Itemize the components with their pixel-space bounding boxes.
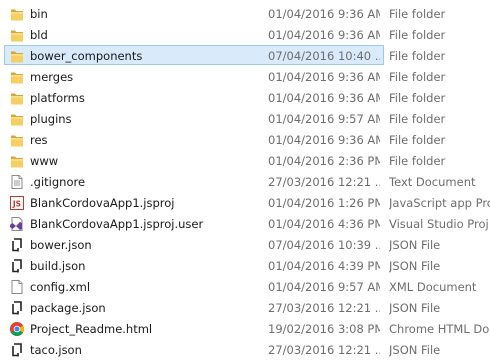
file-type: XML Document <box>389 280 477 294</box>
file-type: File folder <box>389 112 446 126</box>
file-date-modified: 01/04/2016 9:36 AM <box>268 91 380 105</box>
file-type: Visual Studio Proj... <box>389 217 490 231</box>
file-row[interactable]: bower.json 07/04/2016 10:39 ... JSON File <box>0 234 490 255</box>
file-type: JavaScript app Pro... <box>389 196 490 210</box>
file-name: res <box>30 133 48 147</box>
file-name: bower.json <box>30 238 92 252</box>
file-row[interactable]: BlankCordovaApp1.jsproj.user 01/04/2016 4… <box>0 213 490 234</box>
file-date-modified: 01/04/2016 9:36 AM <box>268 133 380 147</box>
file-row[interactable]: plugins 01/04/2016 9:57 AM File folder <box>0 108 490 129</box>
file-type: File folder <box>389 154 446 168</box>
folder-icon <box>9 48 25 64</box>
file-type: JSON File <box>389 343 441 357</box>
file-row[interactable]: .gitignore 27/03/2016 12:21 ... Text Docum… <box>0 171 490 192</box>
chrome-icon <box>9 321 25 337</box>
javascript-project-icon: JS <box>9 195 25 211</box>
file-row[interactable]: www 01/04/2016 2:36 PM File folder <box>0 150 490 171</box>
file-row[interactable]: bower_components 07/04/2016 10:40 ... File… <box>0 45 490 66</box>
file-date-modified: 07/04/2016 10:40 ... <box>268 49 380 63</box>
file-type: File folder <box>389 91 446 105</box>
folder-icon <box>9 90 25 106</box>
file-name: .gitignore <box>30 175 86 189</box>
file-date-modified: 01/04/2016 9:36 AM <box>268 70 380 84</box>
json-file-icon <box>9 342 25 358</box>
json-file-icon <box>9 237 25 253</box>
svg-text:JS: JS <box>12 200 21 209</box>
folder-icon <box>9 132 25 148</box>
file-type: JSON File <box>389 238 441 252</box>
file-date-modified: 01/04/2016 1:26 PM <box>268 196 380 210</box>
file-name: merges <box>30 70 74 84</box>
file-date-modified: 01/04/2016 9:57 AM <box>268 280 380 294</box>
file-name: Project_Readme.html <box>30 322 153 336</box>
json-file-icon <box>9 258 25 274</box>
folder-icon <box>9 69 25 85</box>
file-type: Text Document <box>389 175 476 189</box>
folder-icon <box>9 6 25 22</box>
file-type: JSON File <box>389 259 441 273</box>
file-date-modified: 27/03/2016 12:21 ... <box>268 301 380 315</box>
file-date-modified: 01/04/2016 9:36 AM <box>268 28 380 42</box>
file-type: File folder <box>389 7 446 21</box>
file-type: JSON File <box>389 301 441 315</box>
json-file-icon <box>9 300 25 316</box>
file-name: taco.json <box>30 343 82 357</box>
file-row[interactable]: merges 01/04/2016 9:36 AM File folder <box>0 66 490 87</box>
file-row[interactable]: bin 01/04/2016 9:36 AM File folder <box>0 3 490 24</box>
file-date-modified: 07/04/2016 10:39 ... <box>268 238 380 252</box>
xml-file-icon <box>9 279 25 295</box>
file-row[interactable]: bld 01/04/2016 9:36 AM File folder <box>0 24 490 45</box>
file-name: config.xml <box>30 280 91 294</box>
folder-icon <box>9 111 25 127</box>
file-date-modified: 27/03/2016 12:21 ... <box>268 343 380 357</box>
file-row[interactable]: res 01/04/2016 9:36 AM File folder <box>0 129 490 150</box>
text-file-icon <box>9 174 25 190</box>
file-row[interactable]: JS BlankCordovaApp1.jsproj 01/04/2016 1:26… <box>0 192 490 213</box>
file-name: bin <box>30 7 48 21</box>
file-row[interactable]: build.json 01/04/2016 4:39 PM JSON File <box>0 255 490 276</box>
file-date-modified: 01/04/2016 4:36 PM <box>268 217 380 231</box>
file-type: File folder <box>389 28 446 42</box>
file-date-modified: 27/03/2016 12:21 ... <box>268 175 380 189</box>
file-row[interactable]: platforms 01/04/2016 9:36 AM File folder <box>0 87 490 108</box>
file-row[interactable]: config.xml 01/04/2016 9:57 AM XML Document <box>0 276 490 297</box>
file-name: platforms <box>30 91 85 105</box>
file-type: File folder <box>389 49 446 63</box>
file-name: BlankCordovaApp1.jsproj.user <box>30 217 204 231</box>
folder-icon <box>9 27 25 43</box>
file-row[interactable]: package.json 27/03/2016 12:21 ... JSON Fil… <box>0 297 490 318</box>
file-date-modified: 01/04/2016 4:39 PM <box>268 259 380 273</box>
file-date-modified: 01/04/2016 9:57 AM <box>268 112 380 126</box>
file-date-modified: 01/04/2016 9:36 AM <box>268 7 380 21</box>
file-date-modified: 19/02/2016 3:08 PM <box>268 322 380 336</box>
file-name: www <box>30 154 59 168</box>
file-name: build.json <box>30 259 86 273</box>
file-name: plugins <box>30 112 72 126</box>
file-list: bin 01/04/2016 9:36 AM File folder bld 01/04… <box>0 3 490 360</box>
file-row[interactable]: Project_Readme.html 19/02/2016 3:08 PM Chr… <box>0 318 490 339</box>
folder-icon <box>9 153 25 169</box>
file-type: File folder <box>389 70 446 84</box>
file-date-modified: 01/04/2016 2:36 PM <box>268 154 380 168</box>
file-name: bower_components <box>30 49 143 63</box>
file-row[interactable]: taco.json 27/03/2016 12:21 ... JSON File <box>0 339 490 360</box>
file-name: BlankCordovaApp1.jsproj <box>30 196 175 210</box>
file-name: package.json <box>30 301 106 315</box>
file-type: Chrome HTML Do... <box>389 322 490 336</box>
file-type: File folder <box>389 133 446 147</box>
file-name: bld <box>30 28 48 42</box>
visual-studio-icon <box>9 216 25 232</box>
